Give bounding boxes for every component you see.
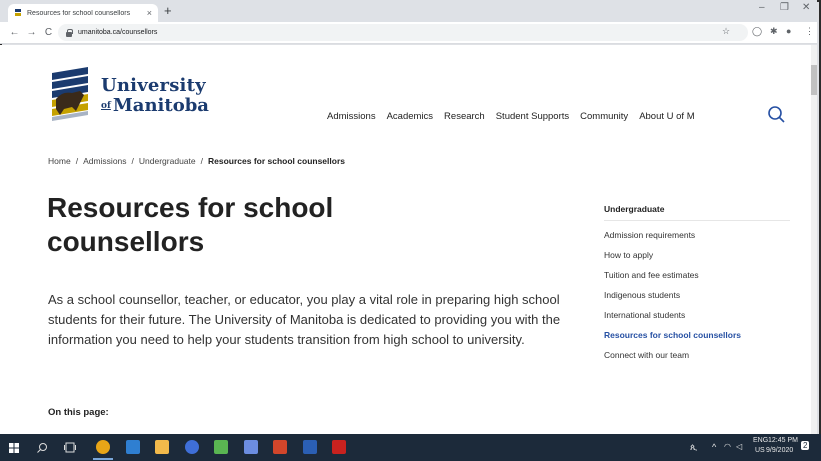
restore-button[interactable]: ❐ (780, 2, 789, 13)
sidebar-item-how-to-apply[interactable]: How to apply (604, 250, 790, 260)
people-tray-icon[interactable]: ጲ (690, 442, 697, 453)
university-logo-icon[interactable] (50, 67, 95, 127)
sidebar-item-resources-counsellors[interactable]: Resources for school counsellors (604, 330, 790, 340)
reload-icon[interactable]: C (42, 27, 55, 38)
word-taskbar-icon[interactable] (303, 440, 317, 454)
back-icon[interactable]: ← (8, 27, 21, 38)
on-this-page-heading: On this page: (48, 407, 109, 418)
sidebar-heading[interactable]: Undergraduate (604, 204, 790, 221)
volume-icon[interactable]: ◁ (736, 442, 742, 451)
close-window-button[interactable]: ✕ (802, 2, 810, 13)
minimize-button[interactable]: – (759, 2, 765, 13)
nav-academics[interactable]: Academics (387, 111, 433, 122)
page-scrollbar[interactable] (811, 45, 817, 434)
address-bar[interactable]: umanitoba.ca/counsellors (58, 24, 748, 41)
close-tab-icon[interactable]: × (147, 8, 152, 18)
logo-of-text: of (101, 101, 111, 111)
nav-student-supports[interactable]: Student Supports (496, 111, 569, 122)
powerpoint-taskbar-icon[interactable] (273, 440, 287, 454)
language-indicator[interactable]: ENG (753, 437, 768, 444)
browser-toolbar: ← → C umanitoba.ca/counsellors ☆ ◯ ✱ ● ⋮ (0, 22, 817, 44)
breadcrumb-current: Resources for school counsellors (208, 156, 345, 166)
breadcrumb: Home / Admissions / Undergraduate / Resources … (48, 156, 345, 166)
clock-date[interactable]: 9/9/2020 (766, 447, 793, 454)
intro-paragraph: As a school counsellor, teacher, or educ… (48, 292, 561, 347)
acrobat-taskbar-icon[interactable] (332, 440, 346, 454)
search-taskbar-icon[interactable] (37, 442, 48, 453)
nav-admissions[interactable]: Admissions (327, 111, 376, 122)
tab-title: Resources for school counsellors (27, 9, 131, 17)
logo-manitoba-text[interactable]: of Manitoba (101, 95, 209, 116)
breadcrumb-undergraduate[interactable]: Undergraduate (139, 156, 196, 166)
section-sidebar: Undergraduate Admission requirements How… (604, 204, 790, 370)
breadcrumb-admissions[interactable]: Admissions (83, 156, 126, 166)
extensions-puzzle-icon[interactable]: ✱ (770, 26, 778, 37)
profile-avatar-icon[interactable]: ● (786, 26, 791, 36)
windows-start-icon[interactable] (9, 443, 19, 453)
network-icon[interactable]: ◠ (724, 442, 731, 451)
edge-taskbar-icon[interactable] (185, 440, 199, 454)
windows-taskbar: ጲ ^ ◠ ◁ ENG US 12:45 PM 9/9/2020 2 (0, 434, 821, 461)
url-text: umanitoba.ca/counsellors (78, 29, 158, 36)
web-page: University of Manitoba Admissions Academi… (0, 45, 811, 434)
task-view-icon[interactable] (64, 442, 76, 453)
bookmark-star-icon[interactable]: ☆ (722, 26, 730, 37)
nav-community[interactable]: Community (580, 111, 628, 122)
browser-tab[interactable]: Resources for school counsellors × (8, 4, 158, 22)
people-app-taskbar-icon[interactable] (126, 440, 140, 454)
notification-center-icon[interactable]: 2 (801, 441, 810, 450)
nav-research[interactable]: Research (444, 111, 485, 122)
region-indicator[interactable]: US (755, 447, 765, 454)
file-explorer-taskbar-icon[interactable] (155, 440, 169, 454)
sidebar-item-indigenous-students[interactable]: Indigenous students (604, 290, 790, 300)
main-navigation: Admissions Academics Research Student Su… (327, 111, 706, 122)
sidebar-item-admission-requirements[interactable]: Admission requirements (604, 230, 790, 240)
teams-taskbar-icon[interactable] (214, 440, 228, 454)
scrollbar-thumb[interactable] (811, 65, 817, 95)
search-icon[interactable] (767, 105, 785, 123)
menu-icon[interactable]: ⋮ (805, 26, 814, 37)
breadcrumb-home[interactable]: Home (48, 156, 71, 166)
page-title: Resources for school counsellors (47, 192, 334, 257)
extension-circle-icon[interactable]: ◯ (752, 26, 762, 37)
sidebar-item-international-students[interactable]: International students (604, 310, 790, 320)
logo-manitoba-label: Manitoba (112, 95, 209, 116)
chrome-taskbar-icon[interactable] (93, 440, 113, 460)
nav-about[interactable]: About U of M (639, 111, 694, 122)
logo-university-text[interactable]: University (101, 75, 206, 96)
forward-icon[interactable]: → (25, 27, 38, 38)
tab-strip: Resources for school counsellors × + – ❐… (0, 0, 817, 22)
sidebar-item-connect[interactable]: Connect with our team (604, 350, 790, 360)
university-favicon-icon (14, 9, 22, 17)
show-hidden-icons[interactable]: ^ (712, 442, 716, 452)
new-tab-button[interactable]: + (164, 4, 172, 18)
photos-taskbar-icon[interactable] (244, 440, 258, 454)
clock-time[interactable]: 12:45 PM (768, 437, 798, 444)
lock-icon (66, 28, 73, 37)
sidebar-item-tuition[interactable]: Tuition and fee estimates (604, 270, 790, 280)
